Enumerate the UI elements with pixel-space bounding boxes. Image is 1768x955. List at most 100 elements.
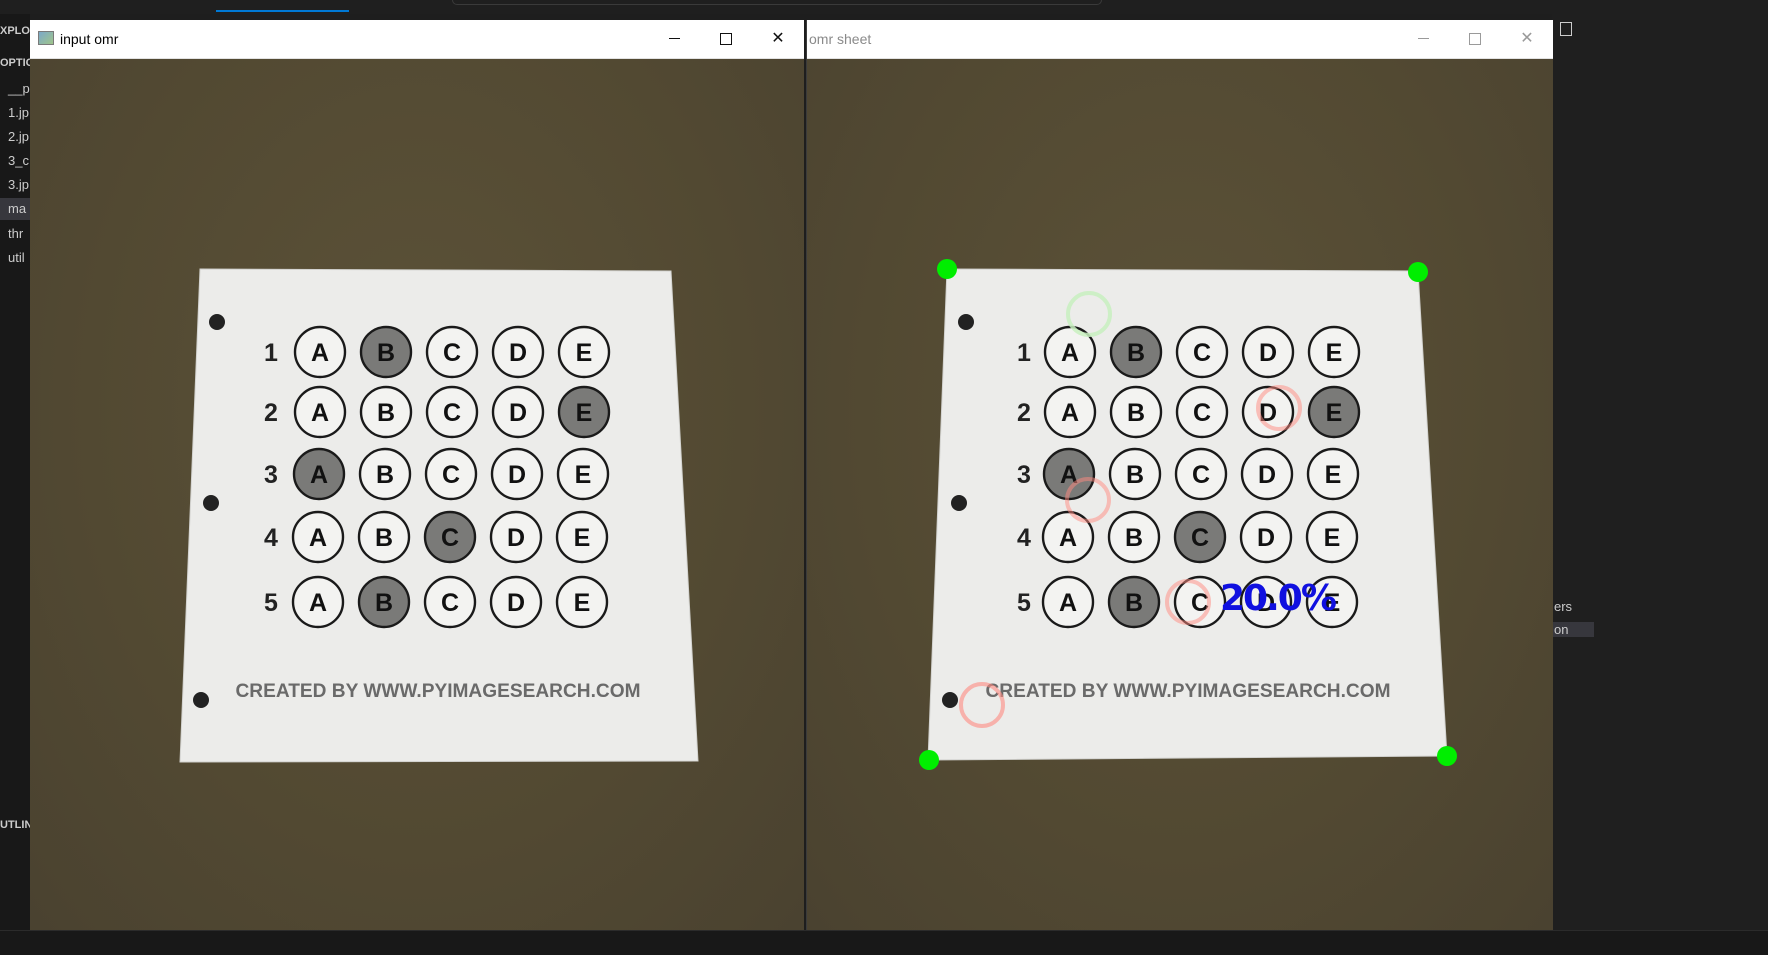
bubble-letter: E — [1326, 399, 1343, 427]
status-bar — [0, 930, 1768, 955]
bubble-letter: D — [1257, 524, 1275, 552]
bubble-letter: C — [442, 461, 460, 489]
file-item[interactable]: 1.jp — [0, 102, 30, 124]
file-item[interactable]: 3_c — [0, 150, 30, 172]
close-button[interactable]: ✕ — [752, 20, 804, 58]
question-number: 1 — [264, 339, 278, 367]
window-titlebar[interactable]: input omr ✕ — [30, 20, 804, 59]
bubble-letter: D — [509, 339, 527, 367]
file-item[interactable]: 3.jp — [0, 174, 30, 196]
input-omr-window[interactable]: input omr ✕ 1 A B C D E 2 A B C D E 3 A B C D E 4 A B C D E 5 A B C… — [30, 20, 804, 930]
panel-text-fragment: ers — [1554, 599, 1573, 614]
image-view: 1ABCDE2ABCDE3ABCDE4ABCDE5ABCDE CREATED B… — [807, 59, 1553, 930]
binder-hole — [203, 495, 219, 511]
bubble-letter: A — [309, 524, 327, 552]
question-number: 4 — [1017, 524, 1031, 552]
bubble-letter: B — [1127, 339, 1145, 367]
bubble-letter: E — [574, 589, 591, 617]
bubble-letter: C — [441, 524, 459, 552]
file-item[interactable]: thr — [0, 223, 30, 245]
bubble-letter: B — [1125, 524, 1143, 552]
bubble-letter: E — [575, 461, 592, 489]
explorer-header: XPLO — [0, 25, 30, 37]
opencv-window-icon — [38, 31, 54, 45]
question-number: 2 — [264, 399, 278, 427]
window-titlebar[interactable]: omr sheet ✕ — [807, 20, 1553, 59]
corner-point — [1408, 262, 1428, 282]
bubble-letter: A — [1059, 524, 1077, 552]
close-icon: ✕ — [1520, 30, 1534, 47]
window-title: omr sheet — [809, 31, 872, 47]
omr-result-photo: 1 A B C D E2 A B C D E3 A B C D E4 A B C D E5 A B C D E CREATED B… — [919, 259, 1457, 770]
bubble-letter: A — [311, 339, 329, 367]
question-number: 3 — [264, 461, 278, 489]
maximize-icon — [1469, 32, 1481, 45]
binder-hole — [193, 692, 209, 708]
minimize-button[interactable] — [648, 20, 700, 58]
bubble-letter: B — [1125, 589, 1143, 617]
minimize-icon — [1417, 38, 1429, 40]
explorer-sidebar: XPLO OPTIC __p 1.jp 2.jp 3_c 3.jp ma thr… — [0, 14, 30, 954]
outline-header[interactable]: UTLINE — [0, 814, 30, 836]
editor-right-panel: ers on — [1552, 14, 1768, 954]
bubble-letter: C — [443, 339, 461, 367]
bubble-letter: A — [1061, 399, 1079, 427]
bubble-letter: C — [1191, 524, 1209, 552]
bubble-letter: E — [1325, 461, 1342, 489]
maximize-button[interactable] — [1449, 20, 1501, 58]
bubble-letter: B — [377, 399, 395, 427]
minimize-button[interactable] — [1397, 20, 1449, 58]
binder-hole — [951, 495, 967, 511]
corner-point — [1437, 746, 1457, 766]
binder-hole — [942, 692, 958, 708]
question-number: 5 — [1017, 589, 1031, 617]
editor-top-bar — [0, 0, 1768, 14]
bubble-letter: B — [375, 524, 393, 552]
minimize-icon — [668, 38, 680, 40]
bubble-letter: B — [1126, 461, 1144, 489]
bubble-letter: E — [574, 524, 591, 552]
question-number: 3 — [1017, 461, 1031, 489]
omr-sheet-window[interactable]: omr sheet ✕ 1ABCDE2ABCDE3ABCDE4ABCDE5ABC… — [806, 20, 1553, 930]
binder-hole — [958, 314, 974, 330]
bubble-letter: B — [376, 461, 394, 489]
question-number: 2 — [1017, 399, 1031, 427]
corner-point — [937, 259, 957, 279]
bubble-letter: E — [576, 339, 593, 367]
omr-photo: 1 A B C D E 2 A B C D E 3 A B C D E 4 A B C D E 5 A B C D E CREATED B… — [179, 268, 699, 763]
active-tab-indicator — [216, 10, 349, 12]
bubble-letter: D — [507, 524, 525, 552]
question-number: 5 — [264, 589, 278, 617]
maximize-button[interactable] — [700, 20, 752, 58]
bubble-letter: C — [1192, 461, 1210, 489]
question-number: 4 — [264, 524, 278, 552]
maximize-icon — [720, 32, 732, 45]
corner-point — [919, 750, 939, 770]
sheet-footer: CREATED BY WWW.PYIMAGESEARCH.COM — [986, 681, 1391, 702]
project-section-header[interactable]: OPTIC — [0, 52, 30, 74]
command-center[interactable] — [452, 0, 1102, 5]
file-item[interactable]: 2.jp — [0, 126, 30, 148]
bubble-letter: C — [441, 589, 459, 617]
bubble-letter: A — [311, 399, 329, 427]
window-title: input omr — [60, 31, 119, 47]
bubble-letter: C — [443, 399, 461, 427]
bubble-letter: C — [1193, 399, 1211, 427]
bubble-letter: D — [1258, 461, 1276, 489]
file-item-selected[interactable]: ma — [0, 198, 30, 220]
bubble-letter: A — [309, 589, 327, 617]
bubble-letter: C — [1193, 339, 1211, 367]
bubble-letter: E — [576, 399, 593, 427]
score-text: 20.0% — [1220, 578, 1336, 619]
close-button[interactable]: ✕ — [1501, 20, 1553, 58]
bubble-letter: B — [375, 589, 393, 617]
question-number: 1 — [1017, 339, 1031, 367]
file-item[interactable]: util — [0, 247, 30, 269]
sheet-footer: CREATED BY WWW.PYIMAGESEARCH.COM — [236, 681, 641, 702]
layout-icon[interactable] — [1560, 22, 1572, 36]
bubble-letter: D — [508, 461, 526, 489]
binder-hole — [209, 314, 225, 330]
bubble-letter: D — [507, 589, 525, 617]
close-icon: ✕ — [771, 30, 785, 47]
file-item[interactable]: __p — [0, 78, 30, 100]
